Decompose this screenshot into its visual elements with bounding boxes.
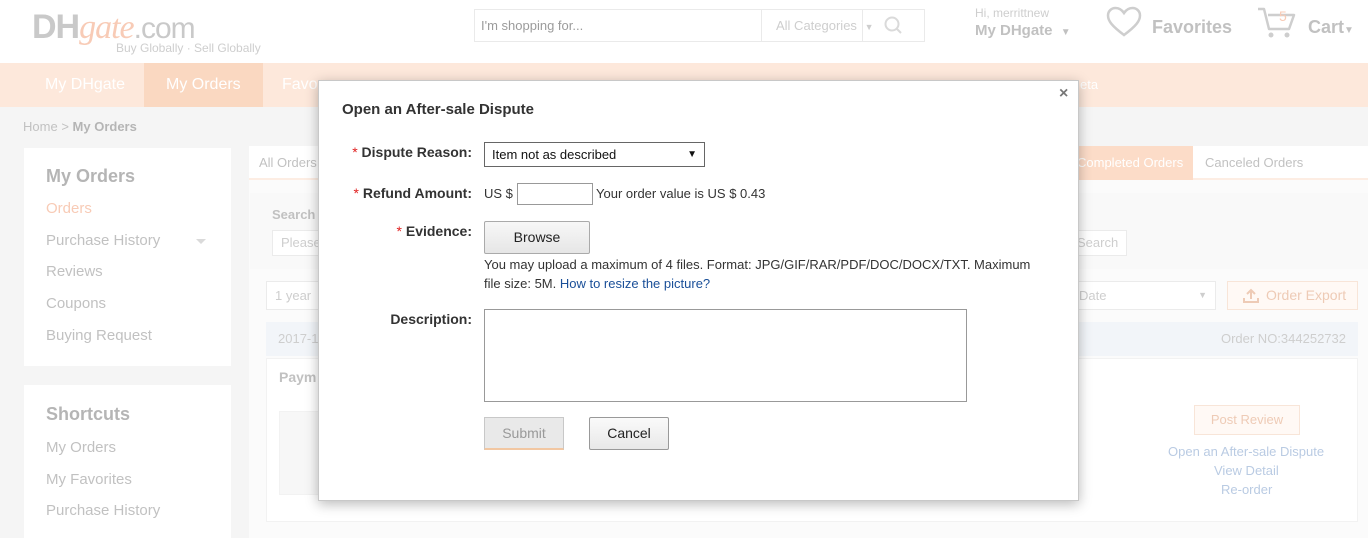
required-mark: * [396,223,402,239]
after-sale-dispute-dialog: Open an After-sale Dispute × * Dispute R… [318,80,1079,501]
browse-button[interactable]: Browse [484,221,590,254]
resize-picture-link[interactable]: How to resize the picture? [560,276,710,291]
dialog-title: Open an After-sale Dispute [342,101,534,118]
evidence-text: Evidence: [405,223,472,239]
refund-amount-text: Refund Amount: [362,185,472,201]
description-label: Description: [390,311,472,327]
order-value-text: Your order value is US $ 0.43 [596,186,766,201]
currency-prefix: US $ [484,186,513,201]
submit-button[interactable]: Submit [484,417,564,450]
dispute-reason-value: Item not as described [492,147,617,162]
refund-amount-input[interactable] [517,183,593,205]
cancel-button[interactable]: Cancel [589,417,669,450]
upload-hint: You may upload a maximum of 4 files. For… [484,255,1049,293]
required-mark: * [352,144,358,160]
refund-amount-label: * Refund Amount: [354,185,472,201]
dispute-reason-text: Dispute Reason: [361,144,472,160]
dispute-reason-select[interactable]: Item not as described ▼ [484,142,705,167]
dispute-reason-label: * Dispute Reason: [352,144,472,160]
close-icon[interactable]: × [1059,85,1068,103]
chevron-down-icon: ▼ [687,149,697,160]
required-mark: * [353,185,359,201]
description-textarea[interactable] [484,309,967,402]
evidence-label: * Evidence: [397,223,472,239]
